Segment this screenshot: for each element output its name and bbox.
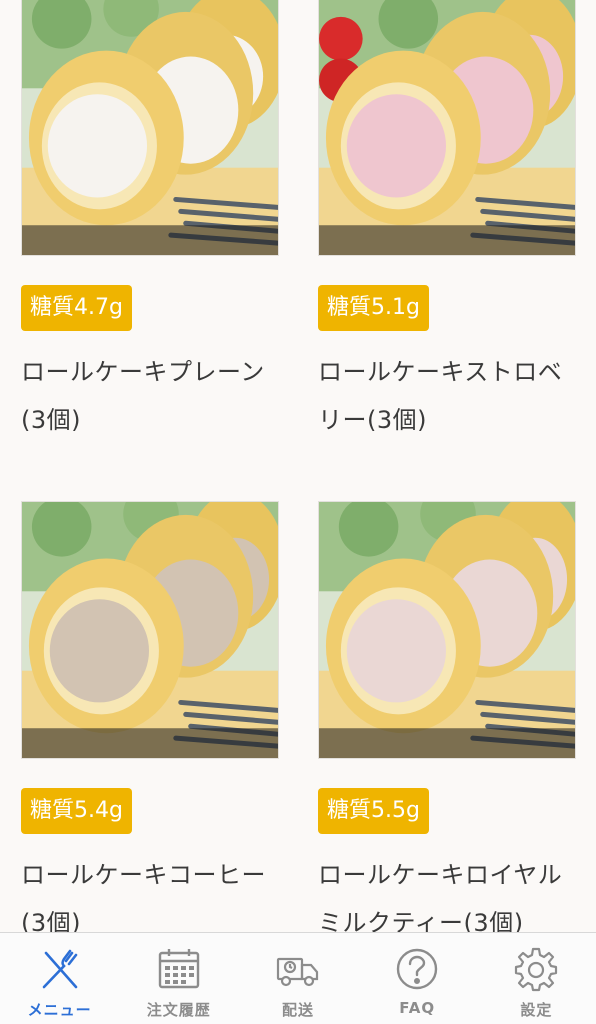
- tab-settings[interactable]: 設定: [477, 933, 596, 1024]
- product-image[interactable]: [318, 0, 576, 256]
- fork-knife-icon: [36, 945, 84, 993]
- question-icon: [393, 945, 441, 993]
- roll-cake-photo: [319, 502, 575, 758]
- tab-menu[interactable]: メニュー: [0, 933, 119, 1024]
- tab-label: 注文履歴: [146, 1001, 211, 1019]
- carb-badge: 糖質4.7g: [21, 285, 132, 331]
- carb-badge: 糖質5.1g: [318, 285, 429, 331]
- delivery-truck-icon: [274, 945, 322, 993]
- tab-faq[interactable]: FAQ: [358, 933, 477, 1024]
- product-grid: 糖質4.7g ロールケーキプレーン(3個) 糖質5.1g ロールケーキストロベリ…: [0, 0, 596, 932]
- roll-cake-photo: [319, 0, 575, 255]
- roll-cake-photo: [22, 0, 278, 255]
- product-title[interactable]: ロールケーキプレーン(3個): [21, 348, 276, 444]
- tab-label: FAQ: [399, 999, 436, 1017]
- product-image[interactable]: [318, 501, 576, 759]
- product-title[interactable]: ロールケーキストロベリー(3個): [318, 348, 573, 444]
- roll-cake-photo: [22, 502, 278, 758]
- product-image[interactable]: [21, 0, 279, 256]
- product-title[interactable]: ロールケーキコーヒー(3個): [21, 851, 276, 932]
- carb-badge: 糖質5.5g: [318, 788, 429, 834]
- carb-badge: 糖質5.4g: [21, 788, 132, 834]
- gear-icon: [512, 945, 560, 993]
- bottom-tab-bar: メニュー 注文履歴 配送 FAQ 設定: [0, 932, 596, 1024]
- tab-order-history[interactable]: 注文履歴: [119, 933, 238, 1024]
- calendar-icon: [155, 945, 203, 993]
- tab-delivery[interactable]: 配送: [238, 933, 357, 1024]
- product-image[interactable]: [21, 501, 279, 759]
- tab-label: 設定: [520, 1001, 553, 1019]
- product-title[interactable]: ロールケーキロイヤルミルクティー(3個): [318, 851, 573, 932]
- tab-label: メニュー: [27, 1001, 92, 1019]
- tab-label: 配送: [282, 1001, 315, 1019]
